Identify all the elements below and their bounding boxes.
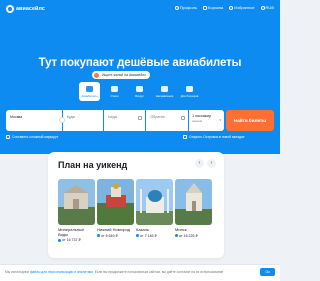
checkbox-icon — [6, 135, 10, 139]
destination-city: Минск — [175, 227, 187, 232]
logo-icon — [6, 5, 14, 13]
plane-icon — [58, 238, 61, 242]
destination-card[interactable]: Минеральные Воды от 16 737 ₽ — [58, 179, 95, 242]
cookie-text-end: Если вы продолжите пользоваться сайтом, … — [94, 270, 224, 274]
chevron-down-icon: ▾ — [219, 118, 221, 122]
destination-card[interactable]: Минск от 16 225 ₽ — [175, 179, 212, 242]
destination-city: Нижний Новгород — [97, 227, 131, 232]
tab-hotels[interactable]: Отели — [104, 82, 125, 101]
plane-icon — [175, 234, 178, 238]
profile-icon — [174, 5, 179, 10]
tab-around[interactable]: Вокруг — [129, 82, 150, 101]
logo[interactable]: авиасейлс — [6, 5, 45, 13]
destination-price: от 6 649 ₽ — [97, 234, 134, 238]
search-form: 1 пассажир эконом ▾ — [6, 110, 224, 131]
nav-cart[interactable]: Корзина — [203, 5, 223, 10]
destination-price: от 16 225 ₽ — [175, 234, 212, 238]
map-icon — [161, 85, 168, 92]
plane-icon — [86, 85, 93, 92]
nav-favorites-label: Избранное — [234, 5, 255, 10]
tab-flights-label: Авиабилеты — [81, 93, 98, 98]
category-tabs: Авиабилеты Отели Вокруг Направления Для … — [79, 82, 200, 101]
origin-field-wrap — [6, 110, 65, 131]
tab-destinations[interactable]: Направления — [154, 82, 175, 101]
hero-section: авиасейлс Профиль Корзина Избранное RUB … — [0, 0, 280, 154]
hotel-icon — [111, 85, 118, 92]
promo-badge-label: Ищите жильё на Авиасейлс — [102, 73, 146, 77]
nav-profile[interactable]: Профиль — [174, 5, 198, 10]
calendar-icon — [181, 116, 186, 120]
price-value: от 6 649 ₽ — [101, 233, 118, 238]
cookie-accept-button[interactable]: Ок — [260, 268, 275, 276]
calendar-icon — [138, 116, 143, 120]
price-value: от 7 146 ₽ — [140, 233, 157, 238]
destination-card[interactable]: Нижний Новгород от 6 649 ₽ — [97, 179, 134, 242]
origin-input[interactable] — [6, 115, 62, 119]
tab-flights[interactable]: Авиабилеты — [79, 82, 100, 101]
compass-icon — [136, 85, 143, 92]
tab-hotels-label: Отели — [110, 93, 119, 98]
price-value: от 16 225 ₽ — [179, 233, 198, 238]
destination-photo — [136, 179, 173, 225]
destination-photo — [175, 179, 212, 225]
destination-city: Казань — [136, 227, 149, 232]
cookie-text: Мы используем файлы для персонализации и… — [5, 270, 224, 274]
next-arrow-icon[interactable]: › — [207, 159, 216, 168]
complex-route-label: Составить сложный маршрут — [12, 135, 59, 139]
checkbox-icon — [183, 135, 187, 139]
find-tickets-button[interactable]: Найти билеты — [226, 110, 274, 131]
cookie-text-start: Мы используем — [5, 270, 29, 274]
weekend-plan-card: План на уикенд ‹ › Минеральные Воды от 1… — [48, 152, 224, 258]
logo-text: авиасейлс — [16, 6, 45, 12]
currency-icon — [260, 5, 265, 10]
plane-icon — [97, 234, 100, 238]
tab-destinations-label: Направления — [155, 93, 174, 98]
cart-icon — [203, 5, 208, 10]
nav-favorites[interactable]: Избранное — [229, 5, 255, 10]
nav-currency[interactable]: RUB — [260, 5, 274, 10]
promo-icon — [94, 72, 99, 78]
destination-input[interactable] — [62, 115, 103, 119]
tab-around-label: Вокруг — [135, 93, 144, 98]
price-value: от 16 737 ₽ — [62, 238, 81, 243]
nav-profile-label: Профиль — [179, 5, 198, 10]
passengers-select[interactable]: 1 пассажир эконом ▾ — [189, 110, 224, 131]
plane-icon — [136, 234, 139, 238]
return-field-wrap — [146, 110, 189, 131]
complex-route-option[interactable]: Составить сложный маршрут — [6, 135, 58, 139]
tab-bloggers-label: Для блогеров — [180, 93, 199, 98]
top-nav: Профиль Корзина Избранное RUB — [174, 5, 274, 10]
destination-photo — [58, 179, 95, 225]
prev-arrow-icon[interactable]: ‹ — [195, 159, 204, 168]
destination-field-wrap — [62, 110, 103, 131]
destination-city: Минеральные Воды — [58, 227, 85, 237]
carousel-arrows: ‹ › — [195, 159, 216, 168]
section-title: План на уикенд — [58, 160, 128, 170]
hero-title: Тут покупают дешёвые авиабилеты — [38, 57, 242, 69]
cookie-banner: Мы используем файлы для персонализации и… — [0, 264, 280, 281]
passengers-count: 1 пассажир — [192, 114, 212, 118]
destination-photo — [97, 179, 134, 225]
destination-price: от 7 146 ₽ — [136, 234, 173, 238]
heart-icon — [229, 5, 234, 10]
destination-price: от 16 737 ₽ — [58, 238, 95, 242]
swap-icon[interactable] — [58, 117, 65, 123]
star-icon — [186, 85, 193, 92]
nav-currency-label: RUB — [265, 5, 274, 10]
hotel-promo-badge[interactable]: Ищите жильё на Авиасейлс — [92, 71, 150, 79]
destination-cards: Минеральные Воды от 16 737 ₽ Нижний Новг… — [58, 179, 212, 242]
depart-field-wrap — [103, 110, 146, 131]
cabin-class: эконом — [192, 119, 203, 123]
destination-card[interactable]: Казань от 7 146 ₽ — [136, 179, 173, 242]
tab-bloggers[interactable]: Для блогеров — [179, 82, 200, 101]
top-bar: авиасейлс Профиль Корзина Избранное RUB — [6, 4, 274, 16]
open-hotel-label: Открыть Островок в новой вкладке — [189, 135, 245, 139]
open-hotel-option[interactable]: Открыть Островок в новой вкладке — [183, 135, 245, 139]
nav-cart-label: Корзина — [208, 5, 224, 10]
cookie-policy-link[interactable]: файлы для персонализации и аналитики — [30, 270, 93, 274]
